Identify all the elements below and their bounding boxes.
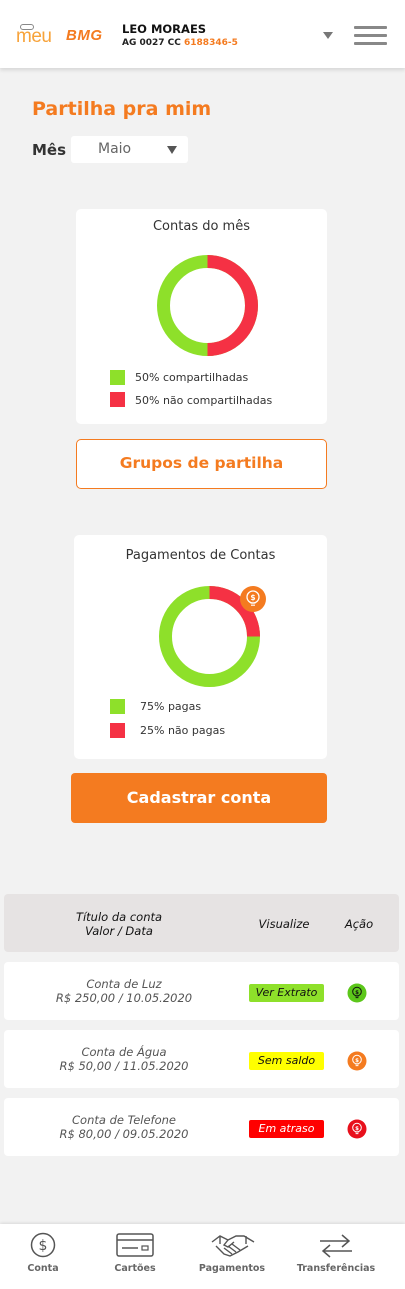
- money-bulb-icon[interactable]: $: [347, 983, 367, 1003]
- agency-text: AG 0027 CC: [122, 38, 185, 48]
- legend-swatch-paid: [110, 699, 125, 714]
- month-select[interactable]: Maio: [71, 136, 188, 163]
- status-badge[interactable]: Em atraso: [249, 1120, 324, 1138]
- chevron-down-icon: [167, 146, 177, 154]
- menu-bar: [354, 34, 387, 37]
- svg-text:$: $: [250, 593, 255, 602]
- column-title-value: Título da conta Valor / Data: [44, 910, 194, 938]
- money-bulb-icon[interactable]: $: [239, 585, 267, 613]
- bill-detail: R$ 80,00 / 09.05.2020: [59, 1127, 189, 1141]
- bill-detail: R$ 50,00 / 11.05.2020: [59, 1059, 189, 1073]
- logo-bmg-text: BMG: [66, 27, 103, 44]
- nav-item-cartoes[interactable]: Cartões: [92, 1224, 178, 1289]
- accounts-donut-chart: [157, 255, 258, 356]
- column-title-line1: Título da conta: [75, 910, 163, 924]
- brand-logo[interactable]: meu BMG: [16, 24, 108, 47]
- handshake-icon: [211, 1235, 255, 1257]
- bill-name: Conta de Água: [81, 1045, 167, 1059]
- table-row: Conta de Luz R$ 250,00 / 10.05.2020 Ver …: [4, 962, 399, 1020]
- nav-label: Conta: [27, 1263, 59, 1274]
- column-title-line2: Valor / Data: [85, 924, 153, 938]
- logo-meu-text: meu: [16, 26, 52, 47]
- legend-label-not-shared: 50% não compartilhadas: [135, 394, 273, 407]
- nav-item-pagamentos[interactable]: Pagamentos: [186, 1224, 278, 1289]
- register-bill-button[interactable]: Cadastrar conta: [71, 773, 327, 823]
- card-title: Contas do mês: [152, 219, 250, 234]
- user-name: LEO MORAES: [122, 22, 207, 36]
- svg-text:$: $: [355, 990, 359, 996]
- nav-label: Pagamentos: [198, 1263, 266, 1274]
- svg-text:$: $: [355, 1126, 359, 1132]
- legend-swatch-shared: [110, 370, 125, 385]
- month-label: Mês: [32, 141, 67, 159]
- menu-bar: [354, 26, 387, 29]
- nav-item-conta[interactable]: $ Conta: [0, 1224, 86, 1289]
- month-select-value: Maio: [98, 141, 132, 157]
- column-action: Ação: [344, 917, 374, 931]
- bill-info: Conta de Telefone R$ 80,00 / 09.05.2020: [44, 1113, 204, 1141]
- svg-text:$: $: [39, 1238, 48, 1254]
- page-title: Partilha pra mim: [32, 98, 212, 120]
- money-bulb-icon[interactable]: $: [347, 1119, 367, 1139]
- accounts-month-card: Contas do mês 50% compartilhadas 50% não…: [76, 209, 327, 424]
- status-badge[interactable]: Ver Extrato: [249, 984, 324, 1002]
- bill-name: Conta de Luz: [86, 977, 162, 991]
- legend-label-paid: 75% pagas: [140, 700, 202, 713]
- svg-text:$: $: [355, 1058, 359, 1064]
- legend-swatch-not-shared: [110, 392, 125, 407]
- nav-label: Transferências: [296, 1263, 376, 1274]
- sharing-groups-button[interactable]: Grupos de partilha: [76, 439, 327, 489]
- table-row: Conta de Água R$ 50,00 / 11.05.2020 Sem …: [4, 1030, 399, 1088]
- card-title: Pagamentos de Contas: [125, 548, 276, 563]
- donut-not-shared-arc: [207, 255, 258, 356]
- account-info: AG 0027 CC 6188346-5: [122, 38, 238, 48]
- menu-bar: [354, 42, 387, 45]
- bill-name: Conta de Telefone: [72, 1113, 176, 1127]
- legend-label-shared: 50% compartilhadas: [135, 371, 249, 384]
- transfer-arrows-icon: [320, 1234, 352, 1258]
- bills-table-header: Título da conta Valor / Data Visualize A…: [4, 894, 399, 952]
- legend-label-unpaid: 25% não pagas: [140, 724, 226, 737]
- bottom-navigation: $ Conta Cartões Pagamentos Transferência…: [0, 1224, 405, 1289]
- bill-info: Conta de Luz R$ 250,00 / 10.05.2020: [44, 977, 204, 1005]
- chevron-down-icon[interactable]: [323, 32, 333, 39]
- column-view: Visualize: [258, 917, 310, 931]
- credit-card-icon: [116, 1233, 154, 1257]
- bill-detail: R$ 250,00 / 10.05.2020: [55, 991, 193, 1005]
- hamburger-menu-icon[interactable]: [354, 26, 387, 46]
- nav-item-transferencias[interactable]: Transferências: [290, 1224, 382, 1289]
- bill-info: Conta de Água R$ 50,00 / 11.05.2020: [44, 1045, 204, 1073]
- app-header: meu BMG LEO MORAES AG 0027 CC 6188346-5: [0, 0, 405, 68]
- money-bulb-icon[interactable]: $: [347, 1051, 367, 1071]
- payments-card: Pagamentos de Contas $ 75% pagas 25% não…: [74, 535, 327, 759]
- status-badge[interactable]: Sem saldo: [249, 1052, 324, 1070]
- table-row: Conta de Telefone R$ 80,00 / 09.05.2020 …: [4, 1098, 399, 1156]
- nav-label: Cartões: [114, 1263, 156, 1274]
- account-number: 6188346-5: [184, 38, 238, 48]
- legend-swatch-unpaid: [110, 723, 125, 738]
- dollar-coin-icon: $: [30, 1232, 56, 1258]
